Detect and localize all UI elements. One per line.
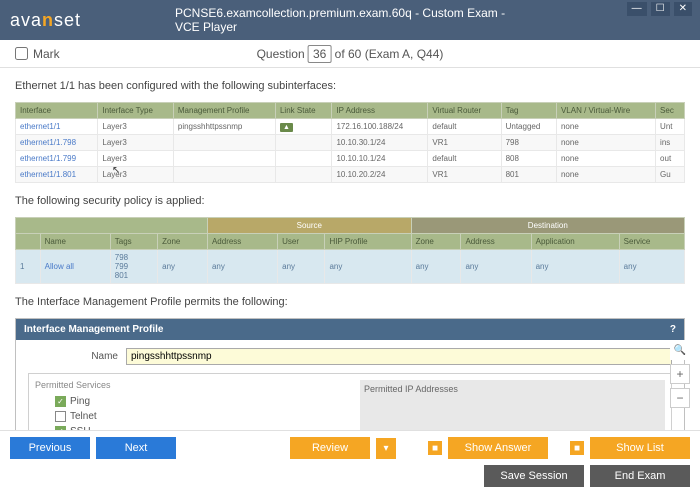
- zoom-out-button[interactable]: −: [670, 388, 690, 408]
- service-checkbox-row[interactable]: ✓Ping: [35, 394, 340, 409]
- permitted-services-label: Permitted Services: [35, 380, 340, 390]
- show-list-checkbox[interactable]: ■: [570, 441, 584, 455]
- service-checkbox-row[interactable]: Telnet: [35, 409, 340, 424]
- review-dropdown-icon[interactable]: ▾: [376, 438, 396, 459]
- show-list-button[interactable]: Show List: [590, 437, 690, 459]
- mark-label: Mark: [33, 47, 60, 61]
- mark-checkbox[interactable]: [15, 47, 28, 60]
- footer-bar: Previous Next Review ▾ ■ Show Answer ■ S…: [0, 430, 700, 500]
- help-icon[interactable]: ?: [670, 324, 676, 335]
- zoom-controls: 🔍 + −: [670, 340, 690, 408]
- intro-text-2: The following security policy is applied…: [15, 195, 685, 207]
- table-row: ethernet1/1.798Layer310.10.30.1/24VR1798…: [16, 135, 685, 151]
- policy-table: SourceDestination NameTagsZoneAddressUse…: [15, 217, 685, 284]
- window-controls: — ☐ ✕: [627, 2, 692, 16]
- end-exam-button[interactable]: End Exam: [590, 465, 690, 487]
- zoom-in-button[interactable]: +: [670, 364, 690, 384]
- save-session-button[interactable]: Save Session: [484, 465, 584, 487]
- question-bar: Mark Question 36 of 60 (Exam A, Q44): [0, 40, 700, 68]
- intro-text-3: The Interface Management Profile permits…: [15, 296, 685, 308]
- minimize-button[interactable]: —: [627, 2, 647, 16]
- show-answer-button[interactable]: Show Answer: [448, 437, 548, 459]
- review-button[interactable]: Review: [290, 437, 370, 459]
- window-title: PCNSE6.examcollection.premium.exam.60q -…: [175, 6, 525, 34]
- next-button[interactable]: Next: [96, 437, 176, 459]
- previous-button[interactable]: Previous: [10, 437, 90, 459]
- question-indicator: Question 36 of 60 (Exam A, Q44): [257, 47, 444, 61]
- profile-header: Interface Management Profile ?: [16, 319, 684, 340]
- maximize-button[interactable]: ☐: [651, 2, 670, 16]
- question-content[interactable]: Ethernet 1/1 has been configured with th…: [0, 68, 700, 430]
- intro-text-1: Ethernet 1/1 has been configured with th…: [15, 80, 685, 92]
- name-label: Name: [28, 351, 118, 362]
- app-logo: avanset: [10, 10, 81, 31]
- show-answer-checkbox[interactable]: ■: [428, 441, 442, 455]
- table-row: ethernet1/1Layer3pingsshhttpssnmp▲172.16…: [16, 119, 685, 135]
- magnify-icon[interactable]: 🔍: [670, 340, 690, 360]
- permitted-ip-list: Permitted IP Addresses: [360, 380, 665, 430]
- title-bar: avanset PCNSE6.examcollection.premium.ex…: [0, 0, 700, 40]
- close-button[interactable]: ✕: [674, 2, 692, 16]
- profile-name-input[interactable]: [126, 348, 672, 365]
- mouse-cursor-icon: ↖: [112, 165, 120, 176]
- management-profile-panel: Interface Management Profile ? Name Perm…: [15, 318, 685, 430]
